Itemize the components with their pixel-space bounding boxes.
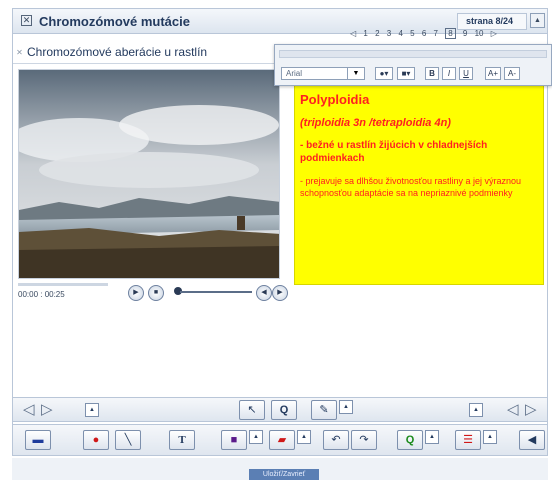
highlighter-options-button[interactable]: ▲ — [339, 400, 353, 414]
subtitle-close-icon[interactable]: ✕ — [15, 49, 24, 58]
play-icon[interactable]: ▶ — [128, 285, 144, 301]
forward-arrow-icon[interactable]: ▷ — [525, 402, 537, 417]
text-tool-icon[interactable]: T — [169, 430, 195, 450]
next-page-icon[interactable]: ▷ — [491, 29, 497, 38]
volume-down-icon[interactable]: ◀ — [256, 285, 272, 301]
undo-icon[interactable]: ↶ — [323, 430, 349, 450]
frame-options-button[interactable]: ▲ — [249, 430, 263, 444]
note-line: - prejavuje sa dlhšou životnosťou rastli… — [300, 176, 521, 198]
page-link[interactable]: 10 — [475, 29, 484, 38]
note-line: - bežné u rastlín žijúcich v chladnejšíc… — [300, 140, 488, 164]
underline-button[interactable]: U — [459, 67, 473, 80]
highlight-color-icon[interactable]: ■▾ — [397, 67, 415, 80]
shape-options-button[interactable]: ▲ — [297, 430, 311, 444]
shape-tool-icon[interactable]: ▰ — [269, 430, 295, 450]
frame-tool-icon[interactable]: ■ — [221, 430, 247, 450]
page-link[interactable]: 2 — [375, 29, 379, 38]
collapse-button[interactable]: ▲ — [530, 13, 545, 28]
navigation-toolbar: ◁ ▷ ▲ ↖ Q ✎ ▲ ▲ ◁ ▷ — [12, 397, 548, 422]
color-drop-icon[interactable]: ● — [83, 430, 109, 450]
video-controls: 00:00 : 00:25 ▶ ■ ◀ ▶ — [18, 281, 288, 303]
volume-up-icon[interactable]: ▶ — [272, 285, 288, 301]
subtitle: Chromozómové aberácie u rastlín — [27, 45, 208, 59]
bold-button[interactable]: B — [425, 67, 439, 80]
expand-button[interactable]: ▲ — [469, 403, 483, 417]
pointer-icon[interactable]: ↖ — [239, 400, 265, 420]
page-link-current[interactable]: 8 — [445, 28, 456, 39]
chevron-down-icon[interactable]: ▼ — [347, 68, 364, 79]
page-link[interactable]: 5 — [410, 29, 414, 38]
save-close-button[interactable]: Uložiť/Zavrieť — [249, 469, 319, 480]
text-color-icon[interactable]: ●▾ — [375, 67, 393, 80]
page-link[interactable]: 7 — [434, 29, 438, 38]
format-toolbar-grip[interactable] — [279, 50, 547, 58]
stop-icon[interactable]: ■ — [148, 285, 164, 301]
italic-button[interactable]: I — [442, 67, 456, 80]
page-link[interactable]: 4 — [398, 29, 402, 38]
font-grow-button[interactable]: A+ — [485, 67, 501, 80]
redo-icon[interactable]: ↷ — [351, 430, 377, 450]
page-link[interactable]: 6 — [422, 29, 426, 38]
zoom-icon[interactable]: Q — [271, 400, 297, 420]
note-title: Polyploidia — [300, 92, 370, 107]
search-options-button[interactable]: ▲ — [425, 430, 439, 444]
speaker-icon[interactable]: ◀ — [519, 430, 545, 450]
video-time: 00:00 : 00:25 — [18, 290, 65, 299]
search-icon[interactable]: Q — [397, 430, 423, 450]
page-navigation: ◁ 1 2 3 4 5 6 7 8 9 10 ▷ — [350, 28, 536, 44]
list-options-button[interactable]: ▲ — [483, 430, 497, 444]
format-toolbar: Arial ▼ ●▾ ■▾ B I U A+ A- — [274, 44, 552, 86]
note-subtitle: (triploidia 3n /tetraploidia 4n) — [300, 117, 451, 129]
volume-slider[interactable] — [180, 291, 252, 293]
page-link[interactable]: 1 — [363, 29, 367, 38]
comment-icon[interactable]: ▬ — [25, 430, 51, 450]
list-icon[interactable]: ☰ — [455, 430, 481, 450]
drawing-toolbar: ▬ ● ╲ T ■ ▲ ▰ ▲ ↶ ↷ Q ▲ ☰ ▲ ◀ — [12, 424, 548, 456]
video-player[interactable] — [18, 69, 280, 279]
sticky-note[interactable]: Polyploidia (triploidia 3n /tetraploidia… — [294, 85, 544, 285]
page-link[interactable]: 3 — [387, 29, 391, 38]
forward-arrow-icon[interactable]: ▷ — [41, 402, 53, 417]
video-progress[interactable] — [18, 283, 108, 286]
highlighter-icon[interactable]: ✎ — [311, 400, 337, 420]
prev-page-icon[interactable]: ◁ — [350, 29, 356, 38]
line-tool-icon[interactable]: ╲ — [115, 430, 141, 450]
page-link[interactable]: 9 — [463, 29, 467, 38]
back-arrow-icon[interactable]: ◁ — [23, 402, 35, 417]
video-frame — [19, 70, 279, 278]
close-icon[interactable]: ✕ — [21, 15, 32, 26]
font-shrink-button[interactable]: A- — [504, 67, 520, 80]
expand-button[interactable]: ▲ — [85, 403, 99, 417]
page-title: Chromozómové mutácie — [39, 14, 190, 29]
back-arrow-icon[interactable]: ◁ — [507, 402, 519, 417]
